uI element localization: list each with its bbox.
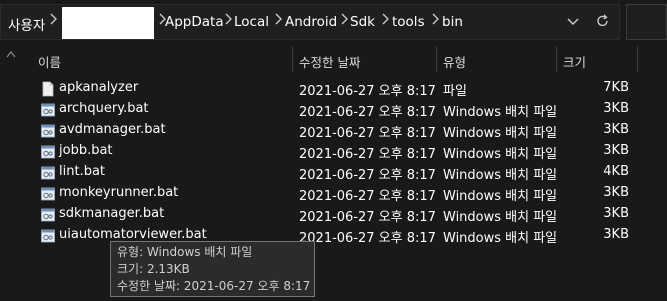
file-name: avdmanager.bat	[59, 122, 166, 137]
chevron-right-icon[interactable]	[273, 12, 283, 26]
file-type: Windows 배치 파일	[443, 168, 558, 183]
scroll-up-icon[interactable]	[6, 50, 16, 58]
breadcrumb-appdata[interactable]: AppData	[165, 14, 224, 30]
column-date[interactable]: 수정한 날짜	[299, 52, 360, 71]
file-date: 2021-06-27 오후 8:17	[299, 189, 436, 204]
file-name: sdkmanager.bat	[59, 206, 165, 221]
chevron-right-icon[interactable]	[339, 12, 349, 26]
file-size: 3KB	[603, 101, 629, 116]
file-type: Windows 배치 파일	[443, 231, 558, 246]
breadcrumb-sdk[interactable]: Sdk	[350, 14, 375, 30]
file-size: 4KB	[603, 164, 629, 179]
address-bar: 사용자 AppData Local Android Sdk tools bin	[0, 0, 667, 46]
batch-file-icon	[40, 207, 56, 223]
column-size[interactable]: 크기	[563, 52, 586, 71]
redacted-username	[62, 7, 154, 39]
file-row[interactable]: avdmanager.bat 2021-06-27 오후 8:17 Windows …	[16, 120, 667, 141]
chevron-right-icon[interactable]	[430, 12, 440, 26]
batch-file-icon	[40, 165, 56, 181]
batch-file-icon	[40, 228, 56, 244]
tooltip-type: 유형: Windows 배치 파일	[117, 245, 253, 259]
tooltip-size: 크기: 2.13KB	[117, 262, 190, 276]
batch-file-icon	[40, 123, 56, 139]
file-row[interactable]: archquery.bat 2021-06-27 오후 8:17 Windows 배…	[16, 99, 667, 120]
file-name: archquery.bat	[59, 101, 149, 116]
column-divider[interactable]	[637, 46, 638, 72]
file-icon	[40, 81, 56, 97]
file-name: monkeyrunner.bat	[59, 185, 179, 200]
column-divider[interactable]	[292, 46, 293, 72]
file-name: lint.bat	[59, 164, 106, 179]
file-type: Windows 배치 파일	[443, 189, 558, 204]
file-name: apkanalyzer	[59, 80, 139, 95]
column-header: 이름 수정한 날짜 유형 크기	[0, 46, 667, 72]
file-size: 3KB	[603, 143, 629, 158]
file-type: Windows 배치 파일	[443, 126, 558, 141]
file-size: 3KB	[603, 122, 629, 137]
vertical-scrollbar[interactable]	[0, 72, 16, 301]
tooltip-date: 수정한 날짜: 2021-06-27 오후 8:17	[117, 279, 311, 293]
breadcrumb-android[interactable]: Android	[285, 14, 337, 30]
file-date: 2021-06-27 오후 8:17	[299, 84, 436, 99]
breadcrumb-bin[interactable]: bin	[442, 14, 463, 30]
chevron-right-icon[interactable]	[48, 12, 58, 26]
file-date: 2021-06-27 오후 8:17	[299, 147, 436, 162]
file-row[interactable]: monkeyrunner.bat 2021-06-27 오후 8:17 Window…	[16, 183, 667, 204]
file-row[interactable]: lint.bat 2021-06-27 오후 8:17 Windows 배치 파일 4…	[16, 162, 667, 183]
file-name: jobb.bat	[59, 143, 113, 158]
file-tooltip: 유형: Windows 배치 파일 크기: 2.13KB 수정한 날짜: 202…	[110, 241, 315, 297]
file-date: 2021-06-27 오후 8:17	[299, 210, 436, 225]
file-type: Windows 배치 파일	[443, 210, 558, 225]
chevron-right-icon[interactable]	[380, 12, 390, 26]
breadcrumb-root[interactable]: 사용자	[8, 14, 45, 34]
file-size: 3KB	[603, 206, 629, 221]
file-type: Windows 배치 파일	[443, 147, 558, 162]
batch-file-icon	[40, 144, 56, 160]
column-divider[interactable]	[436, 46, 437, 72]
file-row[interactable]: sdkmanager.bat 2021-06-27 오후 8:17 Windows …	[16, 204, 667, 225]
file-date: 2021-06-27 오후 8:17	[299, 231, 436, 246]
file-type: Windows 배치 파일	[443, 105, 558, 120]
search-box[interactable]	[626, 4, 667, 40]
chevron-right-icon[interactable]	[223, 12, 233, 26]
file-size: 3KB	[603, 227, 629, 242]
batch-file-icon	[40, 102, 56, 118]
file-row[interactable]: apkanalyzer 2021-06-27 오후 8:17 파일 7KB	[16, 78, 667, 99]
breadcrumb-local[interactable]: Local	[234, 14, 269, 30]
column-name[interactable]: 이름	[38, 52, 61, 71]
file-date: 2021-06-27 오후 8:17	[299, 105, 436, 120]
refresh-icon[interactable]	[594, 12, 612, 30]
breadcrumb-tools[interactable]: tools	[392, 14, 425, 30]
file-type: 파일	[443, 84, 467, 99]
file-size: 7KB	[603, 80, 629, 95]
file-date: 2021-06-27 오후 8:17	[299, 168, 436, 183]
chevron-down-icon[interactable]	[564, 12, 582, 30]
column-type[interactable]: 유형	[443, 52, 466, 71]
file-size: 3KB	[603, 185, 629, 200]
column-divider[interactable]	[556, 46, 557, 72]
file-date: 2021-06-27 오후 8:17	[299, 126, 436, 141]
file-name: uiautomatorviewer.bat	[59, 227, 207, 242]
file-row[interactable]: jobb.bat 2021-06-27 오후 8:17 Windows 배치 파일 3…	[16, 141, 667, 162]
batch-file-icon	[40, 186, 56, 202]
